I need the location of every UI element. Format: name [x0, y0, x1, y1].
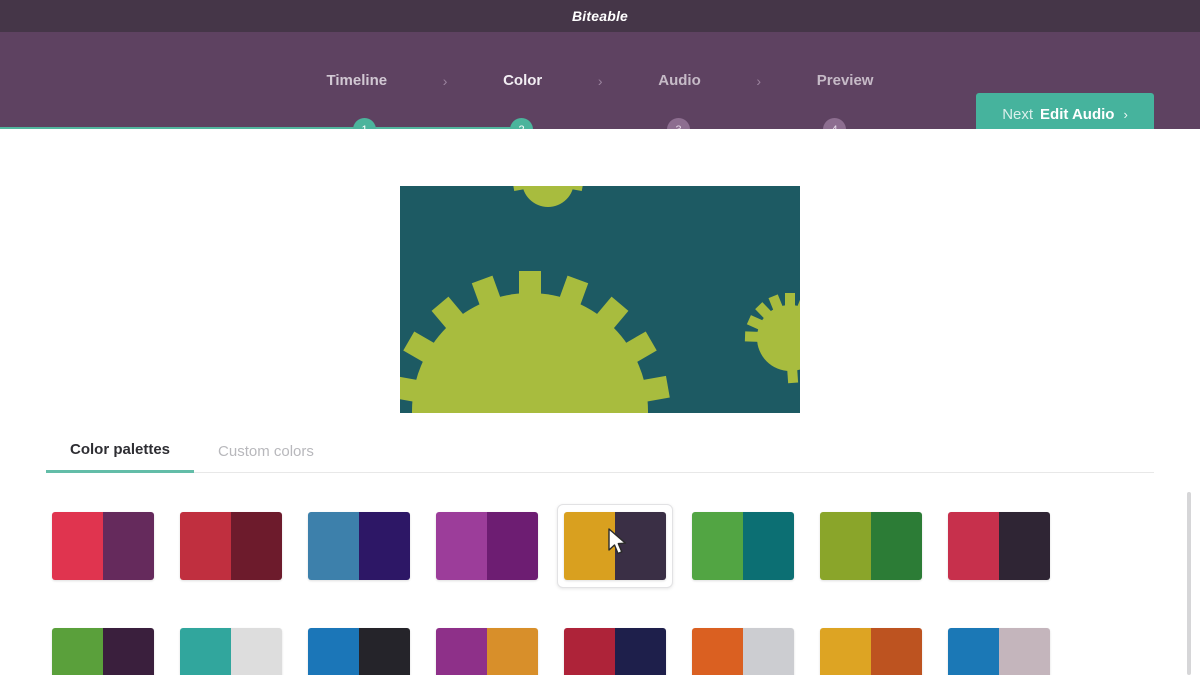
palette-color-right-13 — [743, 628, 794, 675]
palette-tabs: Color palettes Custom colors — [46, 429, 1154, 473]
chevron-right-icon-3: › — [756, 72, 762, 89]
palette-swatch-colors-9 — [180, 628, 282, 675]
next-button-label: Edit Audio — [1040, 105, 1115, 123]
palette-color-right-1 — [231, 512, 282, 580]
palette-swatch-colors-12 — [564, 628, 666, 675]
palette-swatch-10[interactable] — [307, 620, 423, 675]
palette-swatch-13[interactable] — [691, 620, 807, 675]
palette-grid — [51, 504, 1075, 675]
palette-color-right-12 — [615, 628, 666, 675]
palette-swatch-colors-7 — [948, 512, 1050, 580]
palette-swatch-14[interactable] — [819, 620, 935, 675]
palette-color-left-4 — [564, 512, 615, 580]
palette-swatch-colors-10 — [308, 628, 410, 675]
palette-color-left-5 — [692, 512, 743, 580]
palette-color-left-12 — [564, 628, 615, 675]
palette-color-left-7 — [948, 512, 999, 580]
palette-swatch-3[interactable] — [435, 504, 551, 588]
chevron-right-icon-1: › — [442, 72, 448, 89]
palette-swatch-colors-0 — [52, 512, 154, 580]
palette-swatch-8[interactable] — [51, 620, 167, 675]
palette-swatch-1[interactable] — [179, 504, 295, 588]
palette-color-right-0 — [103, 512, 154, 580]
palette-color-right-11 — [487, 628, 538, 675]
chevron-right-icon-2: › — [597, 72, 603, 89]
palette-color-left-14 — [820, 628, 871, 675]
palette-color-left-13 — [692, 628, 743, 675]
step-link-preview[interactable]: Preview — [815, 72, 876, 89]
palette-color-left-11 — [436, 628, 487, 675]
palette-color-right-2 — [359, 512, 410, 580]
palette-swatch-colors-14 — [820, 628, 922, 675]
palette-scrollbar-thumb[interactable] — [1187, 492, 1191, 675]
palette-color-right-14 — [871, 628, 922, 675]
palette-color-left-10 — [308, 628, 359, 675]
palette-color-left-8 — [52, 628, 103, 675]
palette-swatch-colors-13 — [692, 628, 794, 675]
palette-color-right-5 — [743, 512, 794, 580]
palette-swatch-colors-3 — [436, 512, 538, 580]
palette-color-right-10 — [359, 628, 410, 675]
palette-color-left-15 — [948, 628, 999, 675]
palette-swatch-colors-1 — [180, 512, 282, 580]
palette-swatch-7[interactable] — [947, 504, 1063, 588]
palette-swatch-colors-6 — [820, 512, 922, 580]
palette-swatch-5[interactable] — [691, 504, 807, 588]
palette-swatch-colors-11 — [436, 628, 538, 675]
palette-color-right-8 — [103, 628, 154, 675]
palette-swatch-15[interactable] — [947, 620, 1063, 675]
brand-bar: Biteable — [0, 0, 1200, 32]
palette-color-right-6 — [871, 512, 922, 580]
palette-swatch-6[interactable] — [819, 504, 935, 588]
palette-swatch-colors-2 — [308, 512, 410, 580]
palette-color-right-4 — [615, 512, 666, 580]
gear-right-icon — [744, 293, 800, 384]
video-preview-frame[interactable] — [400, 186, 800, 413]
palette-color-left-0 — [52, 512, 103, 580]
palette-color-left-2 — [308, 512, 359, 580]
tab-color-palettes[interactable]: Color palettes — [46, 441, 195, 473]
palette-swatch-0[interactable] — [51, 504, 167, 588]
palette-color-left-3 — [436, 512, 487, 580]
palette-swatch-colors-8 — [52, 628, 154, 675]
palette-scrollbar-track[interactable] — [1187, 492, 1191, 675]
palette-swatch-colors-4 — [564, 512, 666, 580]
step-link-timeline[interactable]: Timeline — [325, 72, 390, 89]
step-link-audio[interactable]: Audio — [656, 72, 703, 89]
palette-scroll-region[interactable] — [0, 488, 1200, 675]
step-navigation-bar: Timeline › Color › Audio › Preview Next … — [0, 32, 1200, 135]
palette-swatch-2[interactable] — [307, 504, 423, 588]
palette-color-left-6 — [820, 512, 871, 580]
next-button-prefix: Next — [1002, 105, 1034, 123]
gear-top-icon — [512, 186, 584, 207]
chevron-right-icon-next: › — [1123, 106, 1128, 122]
palette-color-left-1 — [180, 512, 231, 580]
biteable-color-editor: Biteable Timeline › Color › Audio › Prev… — [0, 0, 1200, 675]
video-preview-area — [0, 129, 1200, 424]
palette-swatch-colors-5 — [692, 512, 794, 580]
palette-swatch-4[interactable] — [557, 504, 673, 588]
palette-swatch-9[interactable] — [179, 620, 295, 675]
gear-large-icon — [400, 271, 670, 413]
brand-logo: Biteable — [571, 8, 629, 24]
palette-color-right-9 — [231, 628, 282, 675]
gears-illustration — [400, 186, 800, 413]
palette-color-right-15 — [999, 628, 1050, 675]
step-link-color[interactable]: Color — [501, 72, 544, 89]
palette-color-right-7 — [999, 512, 1050, 580]
palette-swatch-colors-15 — [948, 628, 1050, 675]
palette-swatch-11[interactable] — [435, 620, 551, 675]
palette-color-left-9 — [180, 628, 231, 675]
tab-custom-colors[interactable]: Custom colors — [194, 443, 338, 472]
palette-color-right-3 — [487, 512, 538, 580]
palette-swatch-12[interactable] — [563, 620, 679, 675]
